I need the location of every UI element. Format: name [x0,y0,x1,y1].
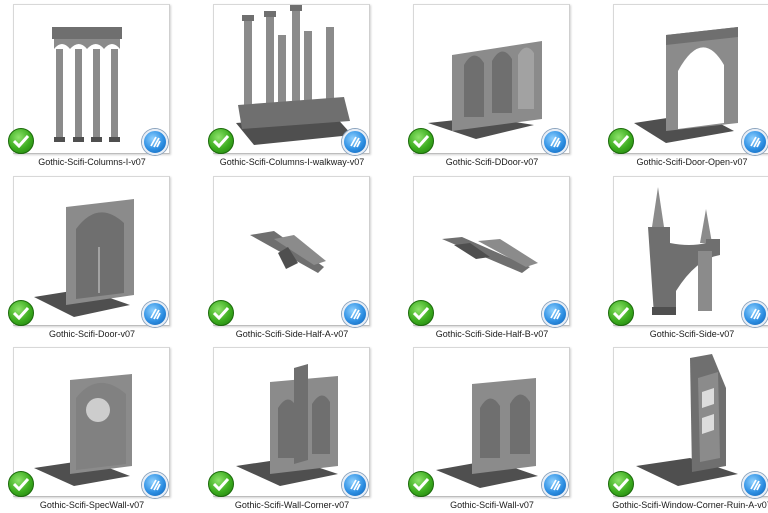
file-tile-side-half-b[interactable]: Gothic-Scifi-Side-Half-B-v07 [406,172,602,342]
slicer-app-badge-icon [342,472,368,498]
thumbnail-frame[interactable] [613,347,768,497]
green-checkmark-icon [8,300,34,326]
slicer-app-badge-icon [742,129,768,155]
file-tile-columns-i[interactable]: Gothic-Scifi-Columns-I-v07 [6,0,202,170]
file-name-label: Gothic-Scifi-Door-v07 [48,329,136,339]
file-tile-door-open[interactable]: Gothic-Scifi-Door-Open-v07 [606,0,768,170]
slicer-app-badge-icon [142,129,168,155]
file-tile-wall[interactable]: Gothic-Scifi-Wall-v07 [406,343,602,513]
green-checkmark-icon [408,471,434,497]
slicer-app-badge-icon [542,129,568,155]
thumbnail-frame[interactable] [613,4,768,154]
green-checkmark-icon [408,300,434,326]
file-name-label: Gothic-Scifi-Side-Half-B-v07 [435,329,549,339]
slicer-app-badge-icon [142,301,168,327]
green-checkmark-icon [408,128,434,154]
green-checkmark-icon [608,300,634,326]
file-tile-door[interactable]: Gothic-Scifi-Door-v07 [6,172,202,342]
green-checkmark-icon [608,128,634,154]
file-name-label: Gothic-Scifi-Columns-I-walkway-v07 [219,157,365,167]
file-tile-window-corner-ruin-a[interactable]: Gothic-Scifi-Window-Corner-Ruin-A-v07 [606,343,768,513]
green-checkmark-icon [208,471,234,497]
file-name-label: Gothic-Scifi-Columns-I-v07 [38,157,146,167]
green-checkmark-icon [8,471,34,497]
slicer-app-badge-icon [342,301,368,327]
green-checkmark-icon [208,300,234,326]
file-tile-wall-corner[interactable]: Gothic-Scifi-Wall-Corner-v07 [206,343,402,513]
slicer-app-badge-icon [542,472,568,498]
slicer-app-badge-icon [742,472,768,498]
file-tile-side-half-a[interactable]: Gothic-Scifi-Side-Half-A-v07 [206,172,402,342]
slicer-app-badge-icon [742,301,768,327]
thumbnail-frame[interactable] [613,176,768,326]
file-tile-side[interactable]: Gothic-Scifi-Side-v07 [606,172,768,342]
file-name-label: Gothic-Scifi-Door-Open-v07 [636,157,748,167]
green-checkmark-icon [608,471,634,497]
file-name-label: Gothic-Scifi-Side-v07 [649,329,735,339]
file-name-label: Gothic-Scifi-Wall-v07 [450,500,534,510]
file-thumbnail-grid: Gothic-Scifi-Columns-I-v07 Gothic-Scifi-… [0,0,768,513]
slicer-app-badge-icon [542,301,568,327]
file-name-label: Gothic-Scifi-DDoor-v07 [445,157,539,167]
slicer-app-badge-icon [342,129,368,155]
file-tile-columns-i-walkway[interactable]: Gothic-Scifi-Columns-I-walkway-v07 [206,0,402,170]
file-tile-ddoor[interactable]: Gothic-Scifi-DDoor-v07 [406,0,602,170]
green-checkmark-icon [208,128,234,154]
file-name-label: Gothic-Scifi-Side-Half-A-v07 [235,329,349,339]
file-name-label: Gothic-Scifi-Window-Corner-Ruin-A-v07 [612,500,768,510]
file-name-label: Gothic-Scifi-Wall-Corner-v07 [234,500,350,510]
slicer-app-badge-icon [142,472,168,498]
file-tile-specwall[interactable]: Gothic-Scifi-SpecWall-v07 [6,343,202,513]
green-checkmark-icon [8,128,34,154]
file-name-label: Gothic-Scifi-SpecWall-v07 [39,500,145,510]
